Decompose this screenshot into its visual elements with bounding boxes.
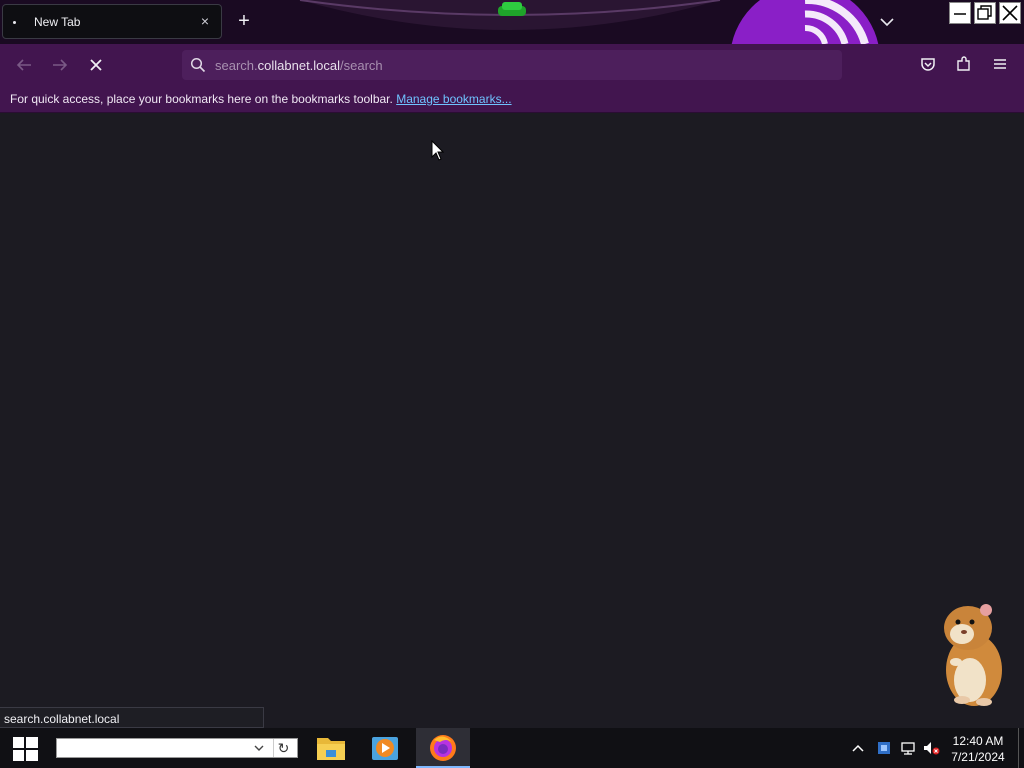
- windows-logo-icon: [13, 737, 38, 761]
- back-arrow-icon: [16, 59, 31, 71]
- tab-title: New Tab: [34, 15, 81, 29]
- page-content: [0, 113, 1024, 728]
- stop-button[interactable]: [84, 53, 108, 77]
- tab-new-tab[interactable]: New Tab ×: [2, 4, 222, 39]
- file-explorer-icon: [317, 738, 345, 760]
- url-path: /search: [340, 58, 383, 73]
- url-bar[interactable]: search.collabnet.local/search: [182, 50, 842, 80]
- taskbar-firefox[interactable]: [416, 728, 470, 768]
- status-tooltip: search.collabnet.local: [0, 707, 264, 728]
- close-window-button[interactable]: [999, 2, 1021, 24]
- refresh-icon[interactable]: ↻: [273, 739, 293, 757]
- bookmarks-toolbar: For quick access, place your bookmarks h…: [0, 86, 1024, 113]
- chevron-down-icon[interactable]: [253, 742, 265, 754]
- search-icon: [190, 57, 206, 73]
- status-text: search.collabnet.local: [4, 712, 120, 726]
- speaker-muted-icon[interactable]: [922, 740, 940, 756]
- taskbar-media-player[interactable]: [358, 728, 412, 768]
- bookmarks-message: For quick access, place your bookmarks h…: [10, 92, 512, 106]
- url-text: search.collabnet.local/search: [215, 58, 383, 73]
- url-prefix: search.: [215, 58, 258, 73]
- show-desktop-button[interactable]: [1018, 728, 1020, 768]
- taskbar: ↻ 12:40 AM 7/21/2024: [0, 728, 1024, 768]
- start-button[interactable]: [8, 736, 42, 762]
- mouse-cursor-icon: [431, 140, 445, 161]
- clock-time[interactable]: 12:40 AM: [940, 734, 1016, 748]
- taskbar-address-input[interactable]: ↻: [56, 738, 298, 758]
- forward-button[interactable]: [48, 53, 72, 77]
- forward-arrow-icon: [53, 59, 68, 71]
- close-tab-icon[interactable]: ×: [197, 13, 213, 29]
- stop-icon: [90, 59, 102, 71]
- media-player-icon: [372, 737, 398, 760]
- url-host: collabnet.local: [257, 58, 341, 73]
- manage-bookmarks-link[interactable]: Manage bookmarks...: [396, 92, 511, 106]
- pocket-icon: [921, 58, 935, 71]
- chevron-down-icon[interactable]: [876, 12, 898, 32]
- extensions-icon: [957, 56, 970, 71]
- network-icon[interactable]: [900, 740, 916, 756]
- minimize-button[interactable]: [949, 2, 971, 24]
- taskbar-file-explorer[interactable]: [304, 728, 358, 768]
- bookmarks-hint: For quick access, place your bookmarks h…: [10, 92, 393, 106]
- menu-icon: [994, 59, 1006, 69]
- extensions-button[interactable]: [954, 54, 974, 74]
- firefox-icon: [430, 735, 456, 761]
- app-menu-button[interactable]: [990, 54, 1010, 74]
- screen: New Tab × + search.collabnet.local/searc…: [0, 0, 1024, 768]
- hamster-desktop-pet: [944, 604, 1002, 706]
- back-button[interactable]: [12, 53, 36, 77]
- pocket-button[interactable]: [918, 54, 938, 74]
- clock-date[interactable]: 7/21/2024: [940, 750, 1016, 764]
- chevron-up-icon[interactable]: [850, 740, 866, 756]
- restore-button[interactable]: [974, 2, 996, 24]
- navigation-toolbar: search.collabnet.local/search: [0, 44, 1024, 86]
- new-tab-button[interactable]: +: [232, 10, 256, 34]
- tab-favicon-icon: [13, 21, 16, 24]
- shield-icon[interactable]: [876, 740, 892, 756]
- tab-strip: New Tab × +: [0, 0, 1024, 44]
